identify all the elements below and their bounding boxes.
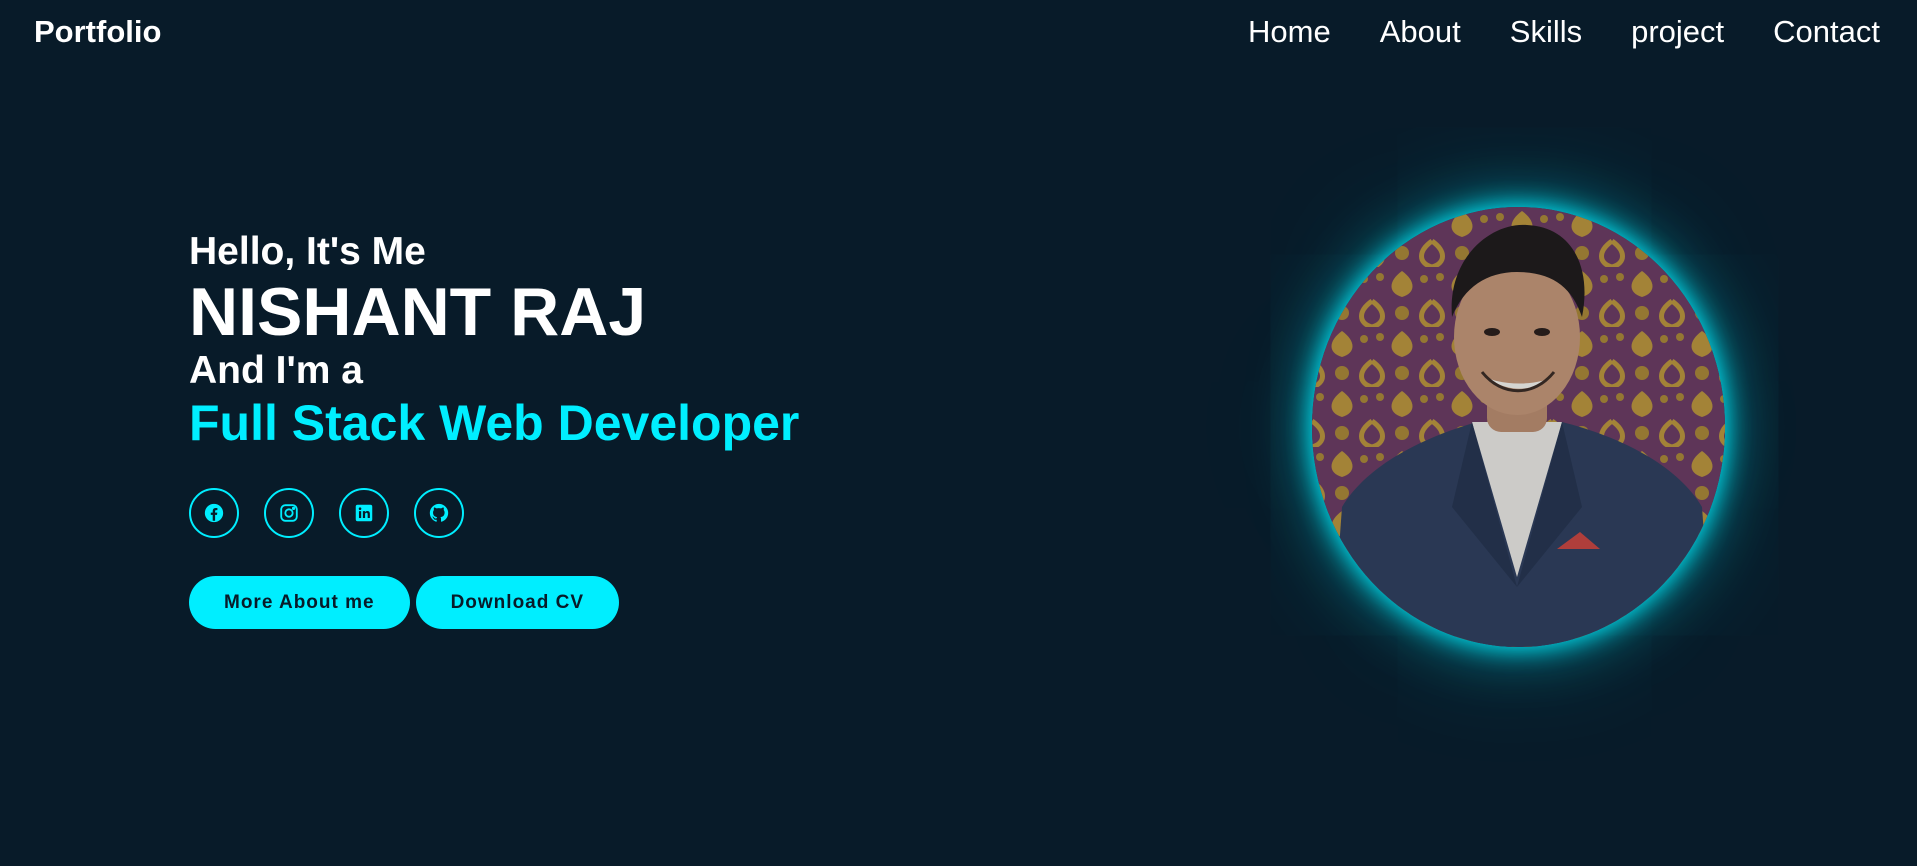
profile-photo bbox=[1312, 207, 1725, 647]
github-icon bbox=[429, 503, 449, 522]
hero-content: Hello, It's Me NISHANT RAJ And I'm a Ful… bbox=[189, 228, 799, 452]
linkedin-link[interactable] bbox=[339, 488, 389, 538]
linkedin-icon bbox=[355, 504, 373, 522]
hero-name: NISHANT RAJ bbox=[189, 274, 647, 350]
nav-link-about[interactable]: About bbox=[1380, 14, 1461, 50]
logo-link[interactable]: Portfolio bbox=[34, 14, 161, 50]
instagram-link[interactable] bbox=[264, 488, 314, 538]
hero-role-intro: And I'm a bbox=[189, 349, 363, 392]
site-header: Portfolio Home About Skills project Cont… bbox=[0, 0, 1917, 66]
hero-greeting: Hello, It's Me bbox=[189, 230, 426, 273]
social-links bbox=[189, 488, 464, 538]
hero-role: Full Stack Web Developer bbox=[189, 395, 800, 451]
download-cv-button[interactable]: Download CV bbox=[415, 576, 620, 629]
facebook-icon bbox=[204, 503, 224, 523]
profile-portrait-image bbox=[1312, 207, 1725, 647]
nav-link-project[interactable]: project bbox=[1631, 14, 1724, 50]
instagram-icon bbox=[280, 504, 298, 522]
nav-link-contact[interactable]: Contact bbox=[1773, 14, 1880, 50]
hero-buttons: More About me Download CV bbox=[189, 576, 620, 629]
main-nav: Home About Skills project Contact bbox=[1248, 14, 1880, 50]
facebook-link[interactable] bbox=[189, 488, 239, 538]
more-about-button[interactable]: More About me bbox=[189, 576, 410, 629]
nav-link-home[interactable]: Home bbox=[1248, 14, 1331, 50]
github-link[interactable] bbox=[414, 488, 464, 538]
nav-link-skills[interactable]: Skills bbox=[1510, 14, 1582, 50]
